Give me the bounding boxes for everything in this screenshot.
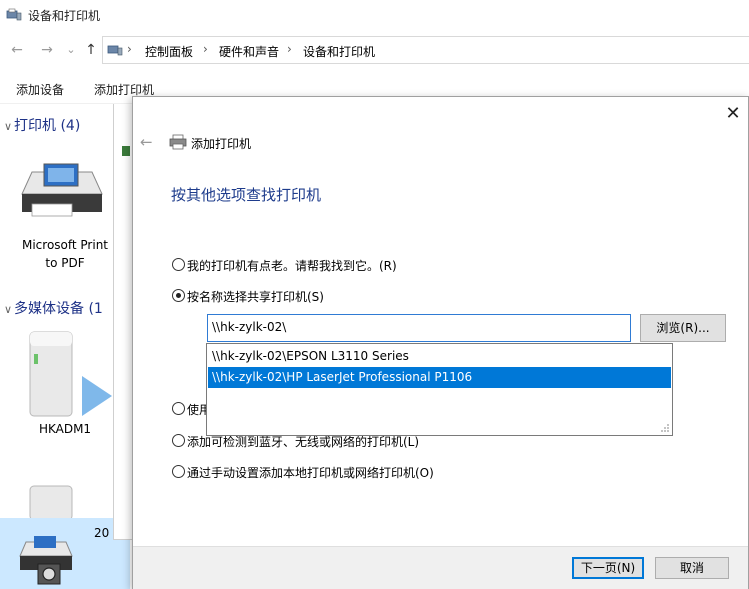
radio-button[interactable] [172, 402, 185, 415]
title-bar: 设备和打印机 [0, 0, 749, 30]
device-count-partial: 20 [94, 526, 110, 540]
recent-locations-chevron-icon[interactable]: ⌄ [62, 42, 80, 58]
devices-printers-icon [6, 8, 22, 21]
pdf-printer-label-line2: to PDF [45, 256, 85, 270]
breadcrumb-hardware-sound[interactable]: 硬件和声音 [219, 43, 279, 60]
server-device-icon[interactable] [28, 484, 100, 520]
address-bar[interactable]: › 控制面板 › 硬件和声音 › 设备和打印机 [102, 36, 749, 64]
background-window-icon [122, 146, 130, 156]
dialog-heading: 按其他选项查找打印机 [171, 186, 322, 204]
radio-button[interactable] [172, 465, 185, 478]
up-arrow-icon[interactable]: ↑ [82, 42, 100, 58]
collapse-chevron-icon[interactable]: ∨ [0, 303, 14, 316]
window-title: 设备和打印机 [28, 9, 101, 23]
pdf-printer-label-line1: Microsoft Print [21, 238, 109, 252]
printers-group-header[interactable]: ∨ 打印机 (4) [0, 115, 80, 135]
breadcrumb-control-panel[interactable]: 控制面板 [145, 43, 193, 60]
multimedia-group-label: 多媒体设备 (1 [14, 301, 103, 317]
breadcrumb-separator[interactable]: › [203, 42, 208, 56]
suggestion-item[interactable]: \\hk-zylk-02\EPSON L3110 Series [208, 346, 671, 367]
media-device-label: HKADM1 [38, 422, 92, 436]
radio-button-selected[interactable] [172, 289, 185, 302]
devices-and-printers-window: 设备和打印机 ← → ⌄ ↑ › 控制面板 › 硬件和声音 › 设备和打印机 添… [0, 0, 749, 589]
printer-scanner-icon[interactable] [18, 534, 74, 586]
add-printer-dialog: ✕ ← 添加打印机 按其他选项查找打印机 我的打印机有点老。请帮我找到它。(R)… [132, 96, 749, 589]
cancel-button[interactable]: 取消 [655, 557, 729, 579]
next-button[interactable]: 下一页(N) [572, 557, 644, 579]
radio-button[interactable] [172, 258, 185, 271]
printer-suggestions-dropdown: \\hk-zylk-02\EPSON L3110 Series \\hk-zyl… [206, 343, 673, 436]
add-device-button[interactable]: 添加设备 [16, 81, 64, 98]
forward-arrow-icon[interactable]: → [38, 42, 56, 58]
collapse-chevron-icon[interactable]: ∨ [0, 120, 14, 133]
breadcrumb-separator[interactable]: › [127, 42, 132, 56]
printers-group-label: 打印机 (4) [14, 118, 81, 134]
option-label[interactable]: 按名称选择共享打印机(S) [187, 288, 324, 305]
media-server-icon[interactable] [24, 330, 114, 420]
background-window-edge [113, 104, 133, 540]
breadcrumb-devices-printers[interactable]: 设备和打印机 [303, 43, 375, 60]
option-label[interactable]: 通过手动设置添加本地打印机或网络打印机(O) [187, 464, 434, 481]
close-icon[interactable]: ✕ [721, 103, 745, 127]
printer-icon [169, 134, 187, 150]
multimedia-group-header[interactable]: ∨ 多媒体设备 (1 [0, 298, 103, 318]
option-label[interactable]: 我的打印机有点老。请帮我找到它。(R) [187, 257, 397, 274]
pdf-printer-icon[interactable] [18, 160, 104, 220]
suggestion-item-selected[interactable]: \\hk-zylk-02\HP LaserJet Professional P1… [208, 367, 671, 388]
control-panel-icon [107, 45, 123, 56]
dialog-back-arrow-icon[interactable]: ← [140, 135, 156, 151]
browse-button[interactable]: 浏览(R)... [640, 314, 726, 342]
dialog-title: 添加打印机 [191, 137, 252, 151]
breadcrumb-separator[interactable]: › [287, 42, 292, 56]
back-arrow-icon[interactable]: ← [8, 42, 26, 58]
resize-grip-icon[interactable] [660, 423, 670, 433]
shared-printer-name-input[interactable]: \\hk-zylk-02\ [207, 314, 631, 342]
dialog-footer: 下一页(N) 取消 [133, 546, 748, 589]
radio-button[interactable] [172, 434, 185, 447]
